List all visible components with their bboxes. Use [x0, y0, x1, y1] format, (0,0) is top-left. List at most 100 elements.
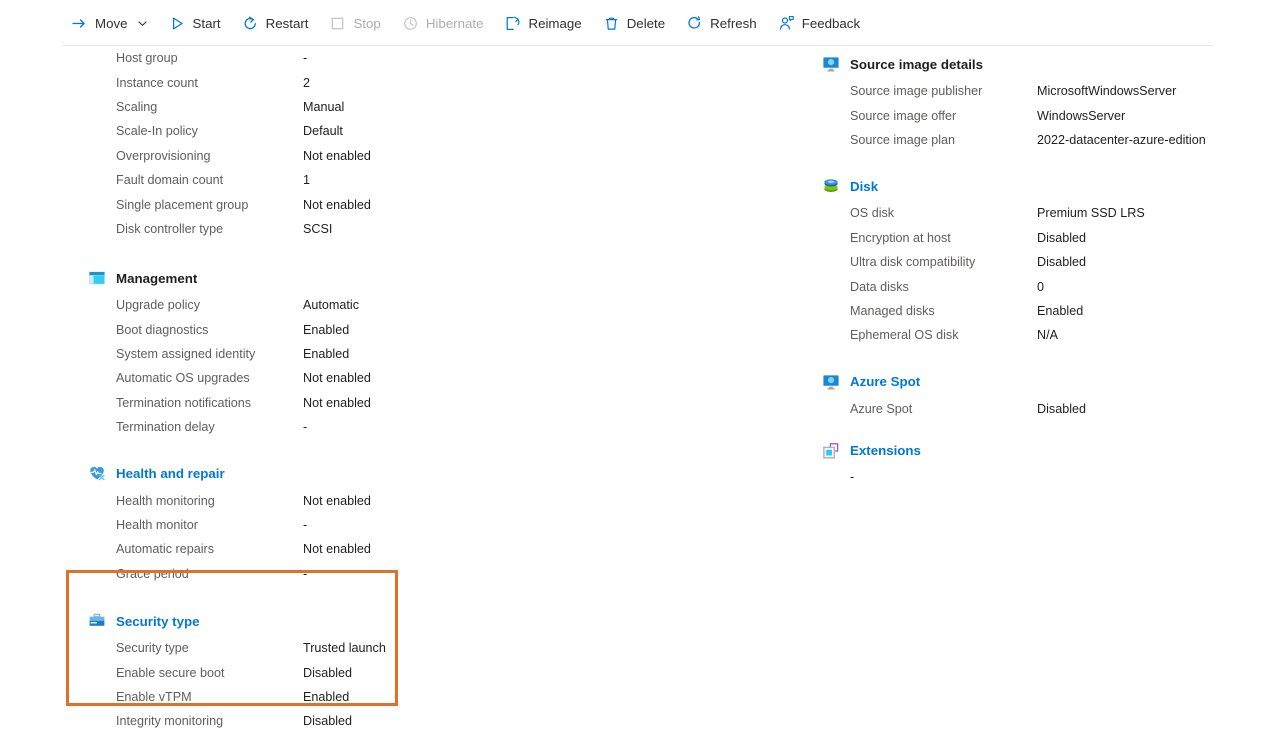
row-value: Not enabled	[303, 148, 371, 163]
row-label: Source image plan	[850, 132, 956, 147]
row-label: Health monitoring	[116, 493, 215, 508]
command-bar-items: Move Start Restart Stop Hibernate Reimag…	[0, 0, 872, 46]
table-row: Source image publisher MicrosoftWindowsS…	[850, 79, 1252, 103]
row-value: SCSI	[303, 221, 333, 236]
source-image-details-rows: Source image publisher MicrosoftWindowsS…	[822, 79, 1252, 152]
table-row: Health monitor -	[116, 513, 508, 537]
start-button[interactable]: Start	[160, 8, 230, 38]
table-row: Managed disks Enabled	[850, 299, 1252, 323]
table-row: Encryption at host Disabled	[850, 226, 1252, 250]
right-column: Source image details Source image publis…	[822, 46, 1252, 488]
health-and-repair-rows: Health monitoring Not enabled Health mon…	[88, 488, 508, 586]
row-value: 2	[303, 75, 311, 90]
table-row: Source image plan 2022-datacenter-azure-…	[850, 128, 1252, 152]
row-label: Health monitor	[116, 518, 198, 533]
group-header: Disk	[822, 175, 1252, 197]
row-label: Enable secure boot	[116, 665, 225, 680]
table-row: Fault domain count 1	[116, 168, 508, 192]
table-row: Grace period -	[116, 562, 508, 586]
table-row: Single placement group Not enabled	[116, 192, 508, 216]
group-title: Management	[116, 270, 198, 286]
group-extensions: Extensions -	[822, 440, 1252, 488]
table-row: Instance count 2	[116, 70, 508, 94]
hibernate-button: Hibernate	[393, 8, 493, 38]
monitor-icon	[823, 374, 839, 390]
row-value: -	[303, 566, 308, 581]
group-header: Health and repair	[88, 462, 508, 484]
row-value: WindowsServer	[1037, 108, 1126, 123]
group-azure-spot: Azure Spot Azure Spot Disabled	[822, 371, 1252, 421]
heart-pulse-icon	[90, 467, 105, 481]
refresh-label: Refresh	[710, 15, 757, 31]
group-header: Management	[88, 267, 508, 289]
row-label: Termination notifications	[116, 395, 252, 410]
row-label: Enable vTPM	[116, 690, 192, 704]
row-label: Grace period	[116, 566, 189, 581]
row-label: Integrity monitoring	[116, 714, 224, 729]
delete-button[interactable]: Delete	[594, 8, 674, 38]
move-arrow-icon	[71, 15, 88, 32]
move-button[interactable]: Move	[62, 8, 157, 38]
reimage-label: Reimage	[528, 15, 582, 31]
management-rows: Upgrade policy Automatic Boot diagnostic…	[88, 293, 508, 439]
row-label: Termination delay	[116, 420, 215, 435]
row-label: Source image publisher	[850, 84, 983, 99]
extensions-icon	[823, 443, 839, 459]
table-row: Ephemeral OS disk N/A	[850, 323, 1252, 347]
group-security-type: Security type Security type Trusted laun…	[88, 610, 508, 734]
overview-properties: Host group - Instance count 2 Scaling Ma…	[0, 46, 1280, 728]
row-value: MicrosoftWindowsServer	[1037, 84, 1177, 99]
stop-square-icon	[329, 15, 346, 32]
feedback-button[interactable]: Feedback	[769, 8, 869, 38]
group-management: Management Upgrade policy Automatic Boot…	[88, 267, 508, 439]
row-value: Disabled	[1037, 255, 1087, 270]
disk-rows: OS disk Premium SSD LRS Encryption at ho…	[822, 201, 1252, 347]
management-window-icon	[89, 271, 105, 285]
reimage-button[interactable]: Reimage	[495, 8, 590, 38]
table-row: Automatic repairs Not enabled	[116, 537, 508, 561]
briefcase-icon	[89, 613, 105, 626]
row-label: Instance count	[116, 75, 198, 90]
row-label: Boot diagnostics	[116, 322, 209, 337]
row-value: Not enabled	[303, 493, 371, 508]
table-row: Host group -	[116, 46, 508, 70]
row-label: OS disk	[850, 206, 895, 221]
row-label: Ephemeral OS disk	[850, 328, 959, 343]
group-title-link[interactable]: Disk	[850, 179, 878, 194]
stop-button: Stop	[320, 8, 389, 38]
row-label: Scaling	[116, 99, 158, 114]
group-header: Security type	[88, 610, 508, 632]
group-header: Source image details	[822, 53, 1252, 75]
chevron-down-icon[interactable]	[137, 18, 148, 29]
security-type-rows: Security type Trusted launch Enable secu…	[88, 636, 508, 734]
table-row: Scale-In policy Default	[116, 119, 508, 143]
group-title-link[interactable]: Security type	[116, 614, 200, 629]
group-title-link[interactable]: Health and repair	[116, 466, 225, 481]
group-header: Azure Spot	[822, 371, 1252, 393]
row-value: Not enabled	[303, 371, 371, 386]
table-row: Termination notifications Not enabled	[116, 391, 508, 415]
group-source-image-details: Source image details Source image publis…	[822, 53, 1252, 152]
row-value: N/A	[1037, 328, 1058, 343]
group-title-link[interactable]: Azure Spot	[850, 374, 920, 389]
row-value: Default	[303, 124, 343, 139]
table-row: Scaling Manual	[116, 95, 508, 119]
row-label: Fault domain count	[116, 173, 224, 188]
table-row: Disk controller type SCSI	[116, 217, 508, 241]
row-value: Premium SSD LRS	[1037, 206, 1145, 221]
row-value: Not enabled	[303, 197, 371, 212]
row-value: Enabled	[303, 690, 350, 704]
row-label: Source image offer	[850, 108, 957, 123]
refresh-button[interactable]: Refresh	[677, 8, 766, 38]
table-row: Data disks 0	[850, 274, 1252, 298]
group-title-link[interactable]: Extensions	[850, 443, 921, 458]
command-bar: Move Start Restart Stop Hibernate Reimag…	[0, 0, 1280, 46]
reimage-icon	[504, 15, 521, 32]
restart-button[interactable]: Restart	[233, 8, 318, 38]
table-row: Upgrade policy Automatic	[116, 293, 508, 317]
table-row: OS disk Premium SSD LRS	[850, 201, 1252, 225]
table-row: Health monitoring Not enabled	[116, 488, 508, 512]
row-label: Single placement group	[116, 197, 249, 212]
row-label: Automatic OS upgrades	[116, 371, 250, 386]
scale-set-rows: Host group - Instance count 2 Scaling Ma…	[88, 46, 508, 241]
